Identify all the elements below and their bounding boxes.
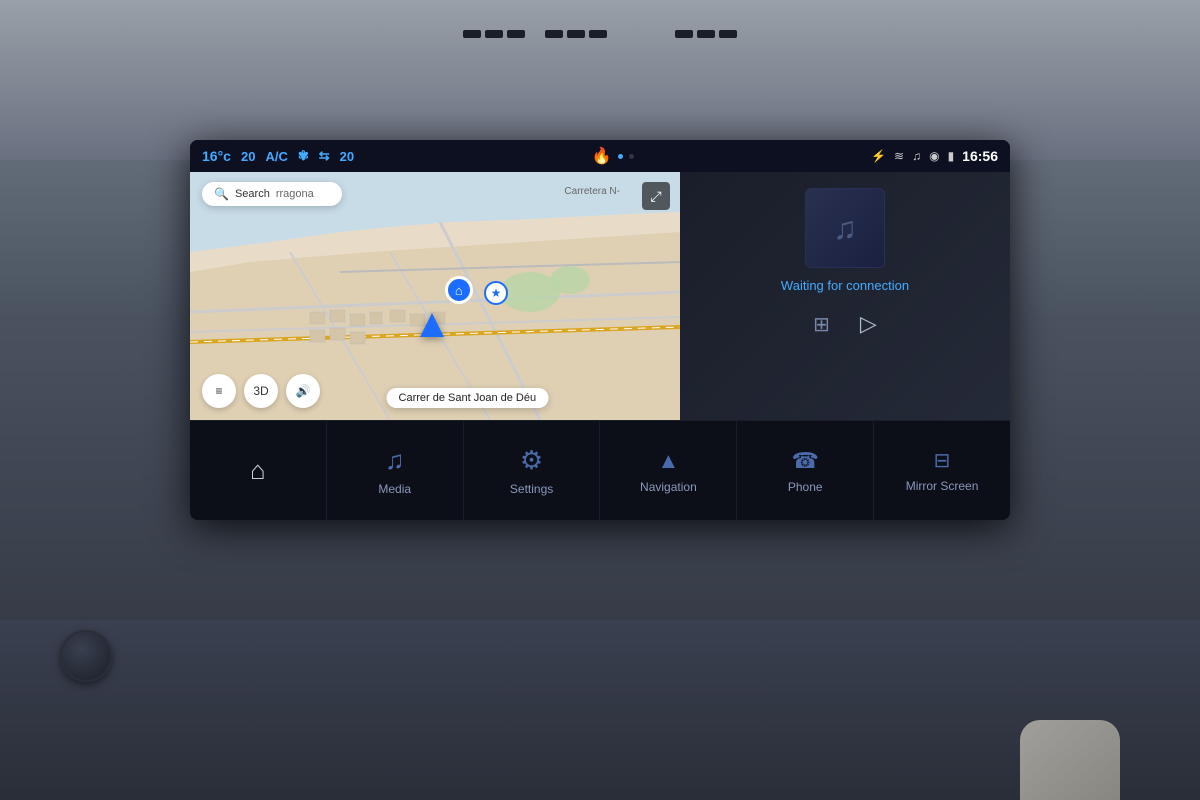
battery-icon: ▮ xyxy=(948,149,955,163)
star-icon: ★ xyxy=(491,286,502,300)
mirror-screen-nav-label: Mirror Screen xyxy=(906,479,979,493)
dashboard-bottom xyxy=(0,620,1200,800)
nav-item-settings[interactable]: ⚙ Settings xyxy=(464,421,601,520)
hamburger-icon: ≡ xyxy=(215,384,222,398)
dashboard-top xyxy=(0,0,1200,160)
home-location-marker: ⌂ xyxy=(445,276,473,304)
foot-overlay xyxy=(1020,720,1120,800)
vent-slot xyxy=(567,30,585,38)
bluetooth-icon: ⚡ xyxy=(871,149,886,163)
vent-slot xyxy=(589,30,607,38)
star-location-marker: ★ xyxy=(484,281,508,305)
volume-icon: 🔊 xyxy=(296,384,311,398)
vent-slot xyxy=(697,30,715,38)
settings-nav-label: Settings xyxy=(510,482,553,496)
phone-nav-label: Phone xyxy=(788,480,823,494)
media-controls: ⊞ ▷ xyxy=(696,311,994,337)
music-status-icon: ♫ xyxy=(912,149,921,163)
3d-label: 3D xyxy=(253,384,268,398)
album-art: ♫ xyxy=(805,188,885,268)
nav-item-phone[interactable]: ☎ Phone xyxy=(737,421,874,520)
home-nav-icon: ⌂ xyxy=(250,455,266,486)
media-panel: ♫ Waiting for connection ⊞ ▷ xyxy=(680,172,1010,420)
expand-icon: ⤢ xyxy=(650,188,661,205)
play-button[interactable]: ▷ xyxy=(860,311,877,337)
map-expand-button[interactable]: ⤢ xyxy=(642,182,670,210)
vent-slot xyxy=(675,30,693,38)
media-nav-icon: ♫ xyxy=(385,445,405,476)
fan-icon: ✾ xyxy=(298,148,309,164)
wifi-icon: ≋ xyxy=(894,149,904,163)
time-display: 16:56 xyxy=(962,148,998,164)
search-icon: 🔍 xyxy=(214,187,229,201)
status-left: 16°c 20 A/C ✾ ⇆ 20 xyxy=(202,148,354,164)
navigation-nav-icon: ▲ xyxy=(658,448,680,474)
dot-active xyxy=(618,154,623,159)
vent-slot xyxy=(545,30,563,38)
map-panel[interactable]: 🔍 Search rragona Carretera N- ⤢ ⌂ xyxy=(190,172,680,420)
nav-item-navigation[interactable]: ▲ Navigation xyxy=(600,421,737,520)
search-location-text: rragona xyxy=(276,188,314,200)
status-center: 🔥 xyxy=(592,146,634,166)
road-name-label: Carretera N- xyxy=(564,186,620,197)
nav-direction-arrow xyxy=(420,313,444,337)
phone-nav-icon: ☎ xyxy=(792,448,819,474)
navigation-nav-label: Navigation xyxy=(640,480,697,494)
media-nav-label: Media xyxy=(378,482,411,496)
main-display: 16°c 20 A/C ✾ ⇆ 20 🔥 ⚡ ≋ ♫ ◉ ▮ xyxy=(190,140,1010,420)
nav-item-mirror-screen[interactable]: ⊟ Mirror Screen xyxy=(874,421,1010,520)
flame-icon: 🔥 xyxy=(592,146,612,166)
map-search-bar[interactable]: 🔍 Search rragona xyxy=(202,182,342,206)
nav-item-media[interactable]: ♫ Media xyxy=(327,421,464,520)
dot-inactive xyxy=(629,154,634,159)
fan-right-temp: 20 xyxy=(340,149,354,164)
waiting-for-connection-text: Waiting for connection xyxy=(781,278,909,293)
top-vents xyxy=(463,30,737,38)
vent-slot xyxy=(463,30,481,38)
nav-item-home[interactable]: ⌂ xyxy=(190,421,327,520)
menu-button[interactable]: ≡ xyxy=(202,374,236,408)
street-label: Carrer de Sant Joan de Déu xyxy=(387,388,549,408)
queue-button[interactable]: ⊞ xyxy=(813,312,830,337)
home-icon: ⌂ xyxy=(445,276,473,304)
car-interior: 16°c 20 A/C ✾ ⇆ 20 🔥 ⚡ ≋ ♫ ◉ ▮ xyxy=(0,0,1200,800)
vent-slot xyxy=(719,30,737,38)
volume-button[interactable]: 🔊 xyxy=(286,374,320,408)
ac-label: A/C xyxy=(265,149,287,164)
status-right: ⚡ ≋ ♫ ◉ ▮ 16:56 xyxy=(871,148,998,164)
music-note-icon: ♫ xyxy=(833,210,857,247)
content-area: 🔍 Search rragona Carretera N- ⤢ ⌂ xyxy=(190,172,1010,420)
mirror-screen-nav-icon: ⊟ xyxy=(934,448,951,473)
search-text: Search xyxy=(235,188,270,200)
ac-temp: 20 xyxy=(241,149,255,164)
vent-slot xyxy=(485,30,503,38)
infotainment-screen: 16°c 20 A/C ✾ ⇆ 20 🔥 ⚡ ≋ ♫ ◉ ▮ xyxy=(190,140,1010,520)
3d-button[interactable]: 3D xyxy=(244,374,278,408)
map-controls: ≡ 3D 🔊 xyxy=(202,374,320,408)
heat-icon: ⇆ xyxy=(319,148,330,164)
street-name: Carrer de Sant Joan de Déu xyxy=(399,392,537,404)
left-knob[interactable] xyxy=(60,630,112,682)
gps-icon: ◉ xyxy=(929,149,939,163)
outside-temp: 16°c xyxy=(202,148,231,164)
nav-bar: ⌂ ♫ Media ⚙ Settings ▲ Navigation ☎ Phon… xyxy=(190,420,1010,520)
settings-nav-icon: ⚙ xyxy=(520,445,543,476)
status-bar: 16°c 20 A/C ✾ ⇆ 20 🔥 ⚡ ≋ ♫ ◉ ▮ xyxy=(190,140,1010,172)
vent-slot xyxy=(507,30,525,38)
